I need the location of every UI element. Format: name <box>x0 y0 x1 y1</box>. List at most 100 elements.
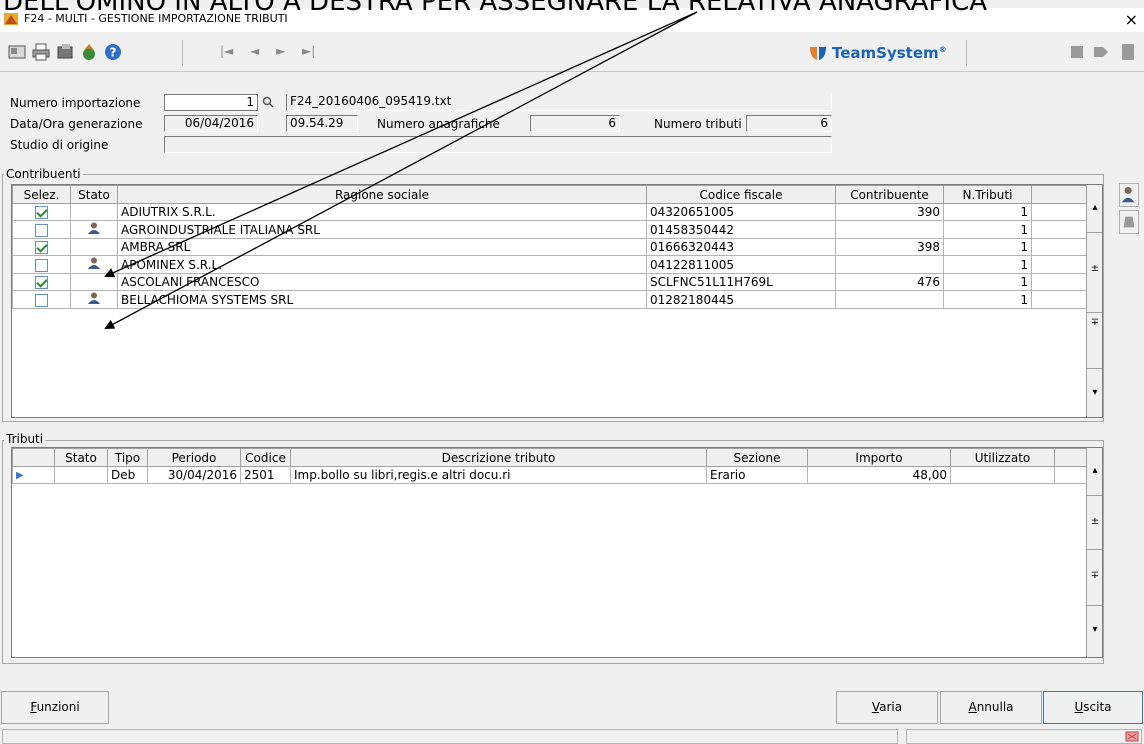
select-checkbox[interactable] <box>35 258 48 272</box>
col-selez[interactable]: Selez. <box>12 185 71 204</box>
import-header: Numero importazione 1 F24_20160406_09541… <box>2 82 1142 162</box>
tipo-cell[interactable]: Deb <box>107 466 148 484</box>
first-record-icon[interactable]: |◄ <box>220 44 233 58</box>
table-row[interactable]: ASCOLANI FRANCESCO SCLFNC51L11H769L 476 1 <box>12 273 1087 291</box>
next-record-icon[interactable]: ► <box>276 44 285 58</box>
exit-door-icon[interactable] <box>1118 43 1136 61</box>
scroll-page-down-button[interactable]: ∓ <box>1087 313 1102 369</box>
select-cell[interactable] <box>12 203 71 221</box>
codice-fiscale-cell[interactable]: 01282180445 <box>646 290 836 309</box>
select-cell[interactable] <box>12 238 71 256</box>
select-cell[interactable] <box>12 220 71 239</box>
scroll-down-button[interactable]: ▾ <box>1087 606 1102 657</box>
codice-cell[interactable]: 2501 <box>240 466 291 484</box>
col-marker <box>12 448 55 467</box>
uscita-button[interactable]: Uscita <box>1043 691 1143 724</box>
numero-importazione-field[interactable]: 1 <box>164 94 258 111</box>
col-codice-fiscale[interactable]: Codice fiscale <box>646 185 836 204</box>
contribuente-cell[interactable] <box>835 220 944 239</box>
contribuente-cell[interactable]: 390 <box>835 203 944 221</box>
select-cell[interactable] <box>12 273 71 291</box>
forward-icon[interactable] <box>1092 43 1110 61</box>
n-tributi-cell[interactable]: 1 <box>943 220 1032 239</box>
scroll-page-down-button[interactable]: ∓ <box>1087 550 1102 606</box>
n-tributi-cell[interactable]: 1 <box>943 203 1032 221</box>
select-checkbox[interactable] <box>35 276 48 289</box>
table-row[interactable]: AMBRA SRL 01666320443 398 1 <box>12 238 1087 256</box>
col-ragione-sociale[interactable]: Ragione sociale <box>117 185 647 204</box>
contribuenti-scrollbar[interactable]: ▴ ± ∓ ▾ <box>1086 185 1102 417</box>
select-checkbox[interactable] <box>35 241 48 254</box>
contribuente-cell[interactable]: 476 <box>835 273 944 291</box>
col-importo[interactable]: Importo <box>807 448 951 467</box>
select-cell[interactable] <box>12 255 71 274</box>
tributi-scrollbar[interactable]: ▴ ± ∓ ▾ <box>1086 448 1102 657</box>
scroll-page-up-button[interactable]: ± <box>1087 496 1102 550</box>
notification-icon[interactable] <box>1125 730 1139 743</box>
numero-tributi-field: 6 <box>746 115 832 132</box>
col-stato[interactable]: Stato <box>70 185 118 204</box>
select-checkbox[interactable] <box>35 223 48 237</box>
col-tipo[interactable]: Tipo <box>107 448 148 467</box>
scroll-page-up-button[interactable]: ± <box>1087 233 1102 313</box>
codice-fiscale-cell[interactable]: 01458350442 <box>646 220 836 239</box>
col-periodo[interactable]: Periodo <box>147 448 241 467</box>
select-cell[interactable] <box>12 290 71 309</box>
funzioni-button[interactable]: Funzioni <box>1 691 109 724</box>
prev-record-icon[interactable]: ◄ <box>250 44 259 58</box>
periodo-cell[interactable]: 30/04/2016 <box>147 466 241 484</box>
codice-fiscale-cell[interactable]: 04320651005 <box>646 203 836 221</box>
scroll-down-button[interactable]: ▾ <box>1087 369 1102 417</box>
page-back-icon[interactable] <box>1068 43 1086 61</box>
ragione-sociale-cell[interactable]: BELLACHIOMA SYSTEMS SRL <box>117 290 647 309</box>
varia-button[interactable]: Varia <box>836 691 938 724</box>
print-icon[interactable] <box>32 43 50 61</box>
help-icon[interactable]: ? <box>104 43 122 61</box>
table-row[interactable]: ADIUTRIX S.R.L. 04320651005 390 1 <box>12 203 1087 221</box>
n-tributi-cell[interactable]: 1 <box>943 273 1032 291</box>
assign-anagrafica-button[interactable] <box>1119 183 1139 207</box>
importo-cell[interactable]: 48,00 <box>807 466 951 484</box>
select-checkbox[interactable] <box>35 206 48 219</box>
ragione-sociale-cell[interactable]: ADIUTRIX S.R.L. <box>117 203 647 221</box>
preview-icon[interactable] <box>8 43 26 61</box>
extra-cell <box>1031 238 1087 256</box>
col-n-tributi[interactable]: N.Tributi <box>943 185 1032 204</box>
table-row[interactable]: ▶ Deb 30/04/2016 2501 Imp.bollo su libri,reg… <box>12 466 1087 484</box>
ragione-sociale-cell[interactable]: AGROINDUSTRIALE ITALIANA SRL <box>117 220 647 239</box>
col-utilizzato[interactable]: Utilizzato <box>950 448 1055 467</box>
ragione-sociale-cell[interactable]: AMBRA SRL <box>117 238 647 256</box>
select-checkbox[interactable] <box>35 293 48 307</box>
edit-anagrafica-button[interactable] <box>1119 210 1139 234</box>
codice-fiscale-cell[interactable]: 04122811005 <box>646 255 836 274</box>
col-descrizione[interactable]: Descrizione tributo <box>290 448 707 467</box>
export-icon[interactable] <box>80 43 98 61</box>
fax-icon[interactable] <box>56 43 74 61</box>
scroll-up-button[interactable]: ▴ <box>1087 185 1102 233</box>
scroll-up-button[interactable]: ▴ <box>1087 448 1102 496</box>
col-stato[interactable]: Stato <box>54 448 108 467</box>
utilizzato-cell[interactable] <box>950 466 1055 484</box>
table-row[interactable]: BELLACHIOMA SYSTEMS SRL 01282180445 1 <box>12 290 1087 309</box>
descrizione-cell[interactable]: Imp.bollo su libri,regis.e altri docu.ri <box>290 466 707 484</box>
last-record-icon[interactable]: ►| <box>302 44 315 58</box>
col-sezione[interactable]: Sezione <box>706 448 808 467</box>
n-tributi-cell[interactable]: 1 <box>943 238 1032 256</box>
codice-fiscale-cell[interactable]: 01666320443 <box>646 238 836 256</box>
contribuente-cell[interactable] <box>835 255 944 274</box>
col-contribuente[interactable]: Contribuente <box>835 185 944 204</box>
ragione-sociale-cell[interactable]: ASCOLANI FRANCESCO <box>117 273 647 291</box>
search-icon[interactable] <box>262 96 274 108</box>
contribuente-cell[interactable]: 398 <box>835 238 944 256</box>
ragione-sociale-cell[interactable]: APOMINEX S.R.L. <box>117 255 647 274</box>
status-field-secondary <box>906 729 1142 744</box>
table-row[interactable]: APOMINEX S.R.L. 04122811005 1 <box>12 255 1087 274</box>
n-tributi-cell[interactable]: 1 <box>943 290 1032 309</box>
table-row[interactable]: AGROINDUSTRIALE ITALIANA SRL 01458350442 1 <box>12 220 1087 239</box>
n-tributi-cell[interactable]: 1 <box>943 255 1032 274</box>
col-codice[interactable]: Codice <box>240 448 291 467</box>
codice-fiscale-cell[interactable]: SCLFNC51L11H769L <box>646 273 836 291</box>
contribuente-cell[interactable] <box>835 290 944 309</box>
annulla-button[interactable]: Annulla <box>940 691 1042 724</box>
sezione-cell[interactable]: Erario <box>706 466 808 484</box>
